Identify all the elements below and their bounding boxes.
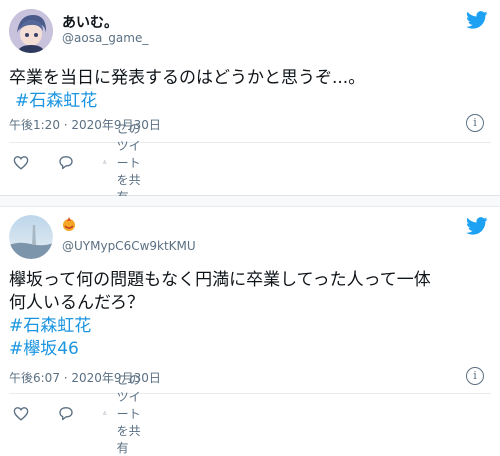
- heart-icon: [13, 155, 29, 170]
- like-button[interactable]: [13, 403, 29, 423]
- tweet-card: あいむ。 @aosa_game_ 卒業を当日に発表するのはどうかと思うぞ...。…: [0, 0, 500, 204]
- tweet-text-line: 卒業を当日に発表するのはどうかと思うぞ...。: [9, 68, 366, 88]
- info-icon[interactable]: i: [466, 367, 484, 385]
- avatar[interactable]: [9, 9, 53, 53]
- like-button[interactable]: [13, 152, 29, 172]
- share-button[interactable]: このツイートを共有: [103, 373, 141, 455]
- hashtag-link[interactable]: #石森虹花: [9, 315, 431, 338]
- twitter-bird-icon[interactable]: [466, 217, 490, 237]
- user-handle[interactable]: @UYMypC6Cw9ktKMU: [62, 239, 196, 253]
- share-button[interactable]: このツイートを共有: [103, 122, 141, 204]
- user-handle[interactable]: @aosa_game_: [62, 31, 148, 45]
- hashtag-link[interactable]: #石森虹花: [9, 90, 365, 113]
- share-label: このツイートを共有: [116, 372, 141, 455]
- display-name[interactable]: あいむ。: [62, 12, 118, 32]
- share-icon: [103, 411, 107, 415]
- hashtag-link[interactable]: #欅坂46: [9, 338, 431, 361]
- tweet-text-line: 何人いるんだろ？: [9, 293, 144, 313]
- twitter-bird-icon[interactable]: [466, 11, 490, 31]
- feed-gap: [0, 196, 500, 206]
- reply-button[interactable]: [58, 403, 74, 423]
- tweet-text-line: 欅坂って何の問題もなく円満に卒業してった人って一体: [9, 270, 431, 290]
- tweet-text: 欅坂って何の問題もなく円満に卒業してった人って一体 何人いるんだろ？ #石森虹花…: [9, 269, 431, 361]
- tweet-text: 卒業を当日に発表するのはどうかと思うぞ...。 #石森虹花: [9, 67, 365, 113]
- tweet-card: @UYMypC6Cw9ktKMU 欅坂って何の問題もなく円満に卒業してった人って…: [0, 206, 500, 455]
- heart-icon: [13, 406, 29, 421]
- share-icon: [103, 160, 107, 164]
- divider: [9, 393, 491, 394]
- flame-badge-icon: [61, 216, 77, 232]
- info-icon[interactable]: i: [466, 114, 484, 132]
- reply-bubble-icon: [59, 406, 73, 420]
- reply-bubble-icon: [59, 155, 73, 169]
- reply-button[interactable]: [58, 152, 74, 172]
- avatar[interactable]: [9, 215, 53, 259]
- divider: [9, 142, 491, 143]
- share-label: このツイートを共有: [116, 121, 141, 204]
